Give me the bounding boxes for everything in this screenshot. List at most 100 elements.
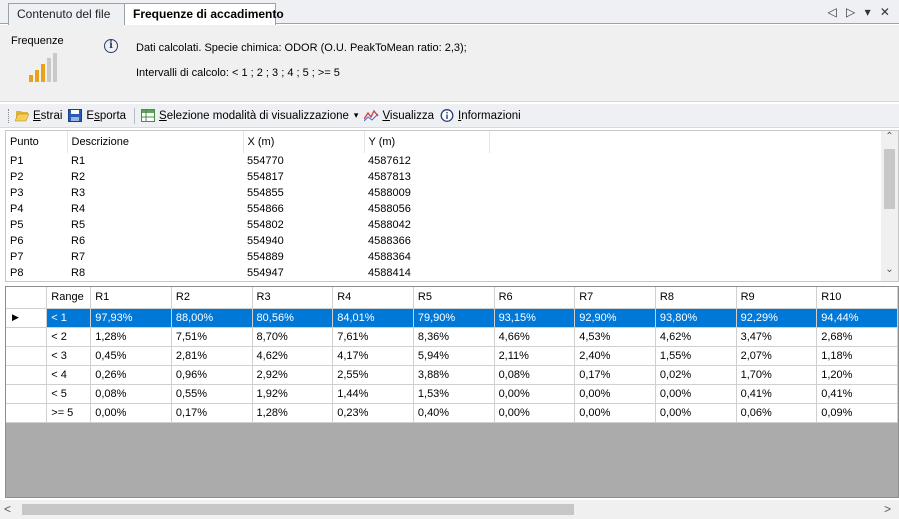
selezione-modalita-dropdown[interactable]: Selezione modalità di visualizzazione ▾ [141,109,358,122]
frequency-cell[interactable]: 0,08% [494,365,576,385]
frequency-cell[interactable]: 4,17% [332,346,414,366]
col-header-receptor[interactable]: R5 [413,287,495,309]
scroll-right-icon[interactable]: > [884,502,891,516]
frequency-cell[interactable]: 92,29% [736,308,818,328]
col-header-punto[interactable]: Punto [6,131,68,153]
frequency-cell[interactable]: 97,93% [90,308,172,328]
table-row[interactable]: P1 R1 554770 4587612 [6,153,489,169]
frequency-cell[interactable]: 7,61% [332,327,414,347]
row-header[interactable] [6,365,48,385]
horizontal-scrollbar[interactable]: < > [0,500,899,519]
frequency-cell[interactable]: 1,55% [655,346,737,366]
col-header-receptor[interactable]: R3 [252,287,334,309]
row-header[interactable]: ▶ [6,308,48,328]
range-cell[interactable]: < 5 [46,384,92,404]
table-row[interactable]: P4 R4 554866 4588056 [6,201,489,217]
range-cell[interactable]: < 4 [46,365,92,385]
frequency-cell[interactable]: 0,45% [90,346,172,366]
frequency-cell[interactable]: 0,23% [332,403,414,423]
frequency-cell[interactable]: 0,00% [574,384,656,404]
frequency-cell[interactable]: 0,00% [574,403,656,423]
col-header-y[interactable]: Y (m) [364,131,490,153]
frequency-cell[interactable]: 2,40% [574,346,656,366]
grid-row[interactable]: < 3 0,45% 2,81% 4,62% 4,17% 5,94% 2,11% 2,40% 1,… [6,346,898,366]
frequency-cell[interactable]: 0,00% [655,384,737,404]
frequency-cell[interactable]: 0,26% [90,365,172,385]
frequency-cell[interactable]: 1,28% [252,403,334,423]
range-cell[interactable]: < 3 [46,346,92,366]
row-header[interactable] [6,346,48,366]
table-row[interactable]: P5 R5 554802 4588042 [6,217,489,233]
hscroll-thumb[interactable] [22,504,574,515]
col-header-receptor[interactable]: R10 [816,287,898,309]
frequency-cell[interactable]: 1,92% [252,384,334,404]
points-list[interactable]: Punto Descrizione X (m) Y (m) P1 R1 554770… [5,130,899,282]
frequency-cell[interactable]: 0,00% [494,403,576,423]
frequency-cell[interactable]: 88,00% [171,308,253,328]
table-row[interactable]: P3 R3 554855 4588009 [6,185,489,201]
frequency-cell[interactable]: 94,44% [816,308,898,328]
informazioni-button[interactable]: Informazioni [440,109,521,122]
frequency-cell[interactable]: 1,20% [816,365,898,385]
frequency-cell[interactable]: 2,07% [736,346,818,366]
frequency-cell[interactable]: 2,11% [494,346,576,366]
grid-row[interactable]: >= 5 0,00% 0,17% 1,28% 0,23% 0,40% 0,00% 0,00% 0… [6,403,898,423]
col-header-descrizione[interactable]: Descrizione [67,131,244,153]
frequency-cell[interactable]: 5,94% [413,346,495,366]
grid-row[interactable]: < 5 0,08% 0,55% 1,92% 1,44% 1,53% 0,00% 0,00% 0,… [6,384,898,404]
frequency-cell[interactable]: 0,09% [816,403,898,423]
scroll-left-icon[interactable]: < [4,502,11,516]
table-row[interactable]: P8 R8 554947 4588414 [6,265,489,281]
frequency-cell[interactable]: 0,41% [816,384,898,404]
frequency-cell[interactable]: 1,53% [413,384,495,404]
frequency-cell[interactable]: 3,88% [413,365,495,385]
frequency-cell[interactable]: 1,44% [332,384,414,404]
frequency-cell[interactable]: 0,06% [736,403,818,423]
col-header-range[interactable]: Range [46,287,92,309]
frequency-cell[interactable]: 4,66% [494,327,576,347]
frequency-cell[interactable]: 0,00% [494,384,576,404]
frequency-cell[interactable]: 0,55% [171,384,253,404]
col-header-receptor[interactable]: R8 [655,287,737,309]
table-row[interactable]: P6 R6 554940 4588366 [6,233,489,249]
frequency-cell[interactable]: 0,00% [655,403,737,423]
grid-row[interactable]: < 2 1,28% 7,51% 8,70% 7,61% 8,36% 4,66% 4,53% 4,… [6,327,898,347]
tab-controls[interactable]: ◁ ▷ ▾ ✕ [827,5,893,19]
row-header[interactable] [6,403,48,423]
range-cell[interactable]: < 2 [46,327,92,347]
frequency-cell[interactable]: 2,68% [816,327,898,347]
grid-row[interactable]: ▶ < 1 97,93% 88,00% 80,56% 84,01% 79,90% 93,15%… [6,308,898,328]
toolbar-grip[interactable] [8,108,11,123]
grid-row[interactable]: < 4 0,26% 0,96% 2,92% 2,55% 3,88% 0,08% 0,17% 0,… [6,365,898,385]
tab-contenuto-del-file[interactable]: Contenuto del file [8,3,126,25]
frequency-cell[interactable]: 1,70% [736,365,818,385]
frequency-cell[interactable]: 92,90% [574,308,656,328]
frequency-cell[interactable]: 0,02% [655,365,737,385]
tab-frequenze-di-accadimento[interactable]: Frequenze di accadimento [124,3,284,26]
estrai-button[interactable]: Estrai [14,109,62,122]
col-header-receptor[interactable]: R6 [494,287,576,309]
frequency-cell[interactable]: 4,62% [252,346,334,366]
frequency-cell[interactable]: 1,18% [816,346,898,366]
scroll-down-icon[interactable]: ⌄ [881,264,898,281]
frequency-cell[interactable]: 2,55% [332,365,414,385]
vertical-scrollbar[interactable]: ⌃ ⌄ [881,131,898,281]
col-header-receptor[interactable]: R1 [90,287,172,309]
frequency-cell[interactable]: 8,70% [252,327,334,347]
col-header-receptor[interactable]: R4 [332,287,414,309]
frequency-cell[interactable]: 3,47% [736,327,818,347]
frequency-cell[interactable]: 0,96% [171,365,253,385]
frequency-cell[interactable]: 0,41% [736,384,818,404]
frequency-cell[interactable]: 0,17% [171,403,253,423]
col-header-receptor[interactable]: R2 [171,287,253,309]
frequency-cell[interactable]: 80,56% [252,308,334,328]
frequency-cell[interactable]: 2,92% [252,365,334,385]
frequency-cell[interactable]: 0,17% [574,365,656,385]
col-header-receptor[interactable]: R9 [736,287,818,309]
frequency-cell[interactable]: 2,81% [171,346,253,366]
frequency-cell[interactable]: 8,36% [413,327,495,347]
frequency-cell[interactable]: 4,62% [655,327,737,347]
frequency-cell[interactable]: 1,28% [90,327,172,347]
scroll-thumb[interactable] [884,149,895,209]
frequency-cell[interactable]: 84,01% [332,308,414,328]
